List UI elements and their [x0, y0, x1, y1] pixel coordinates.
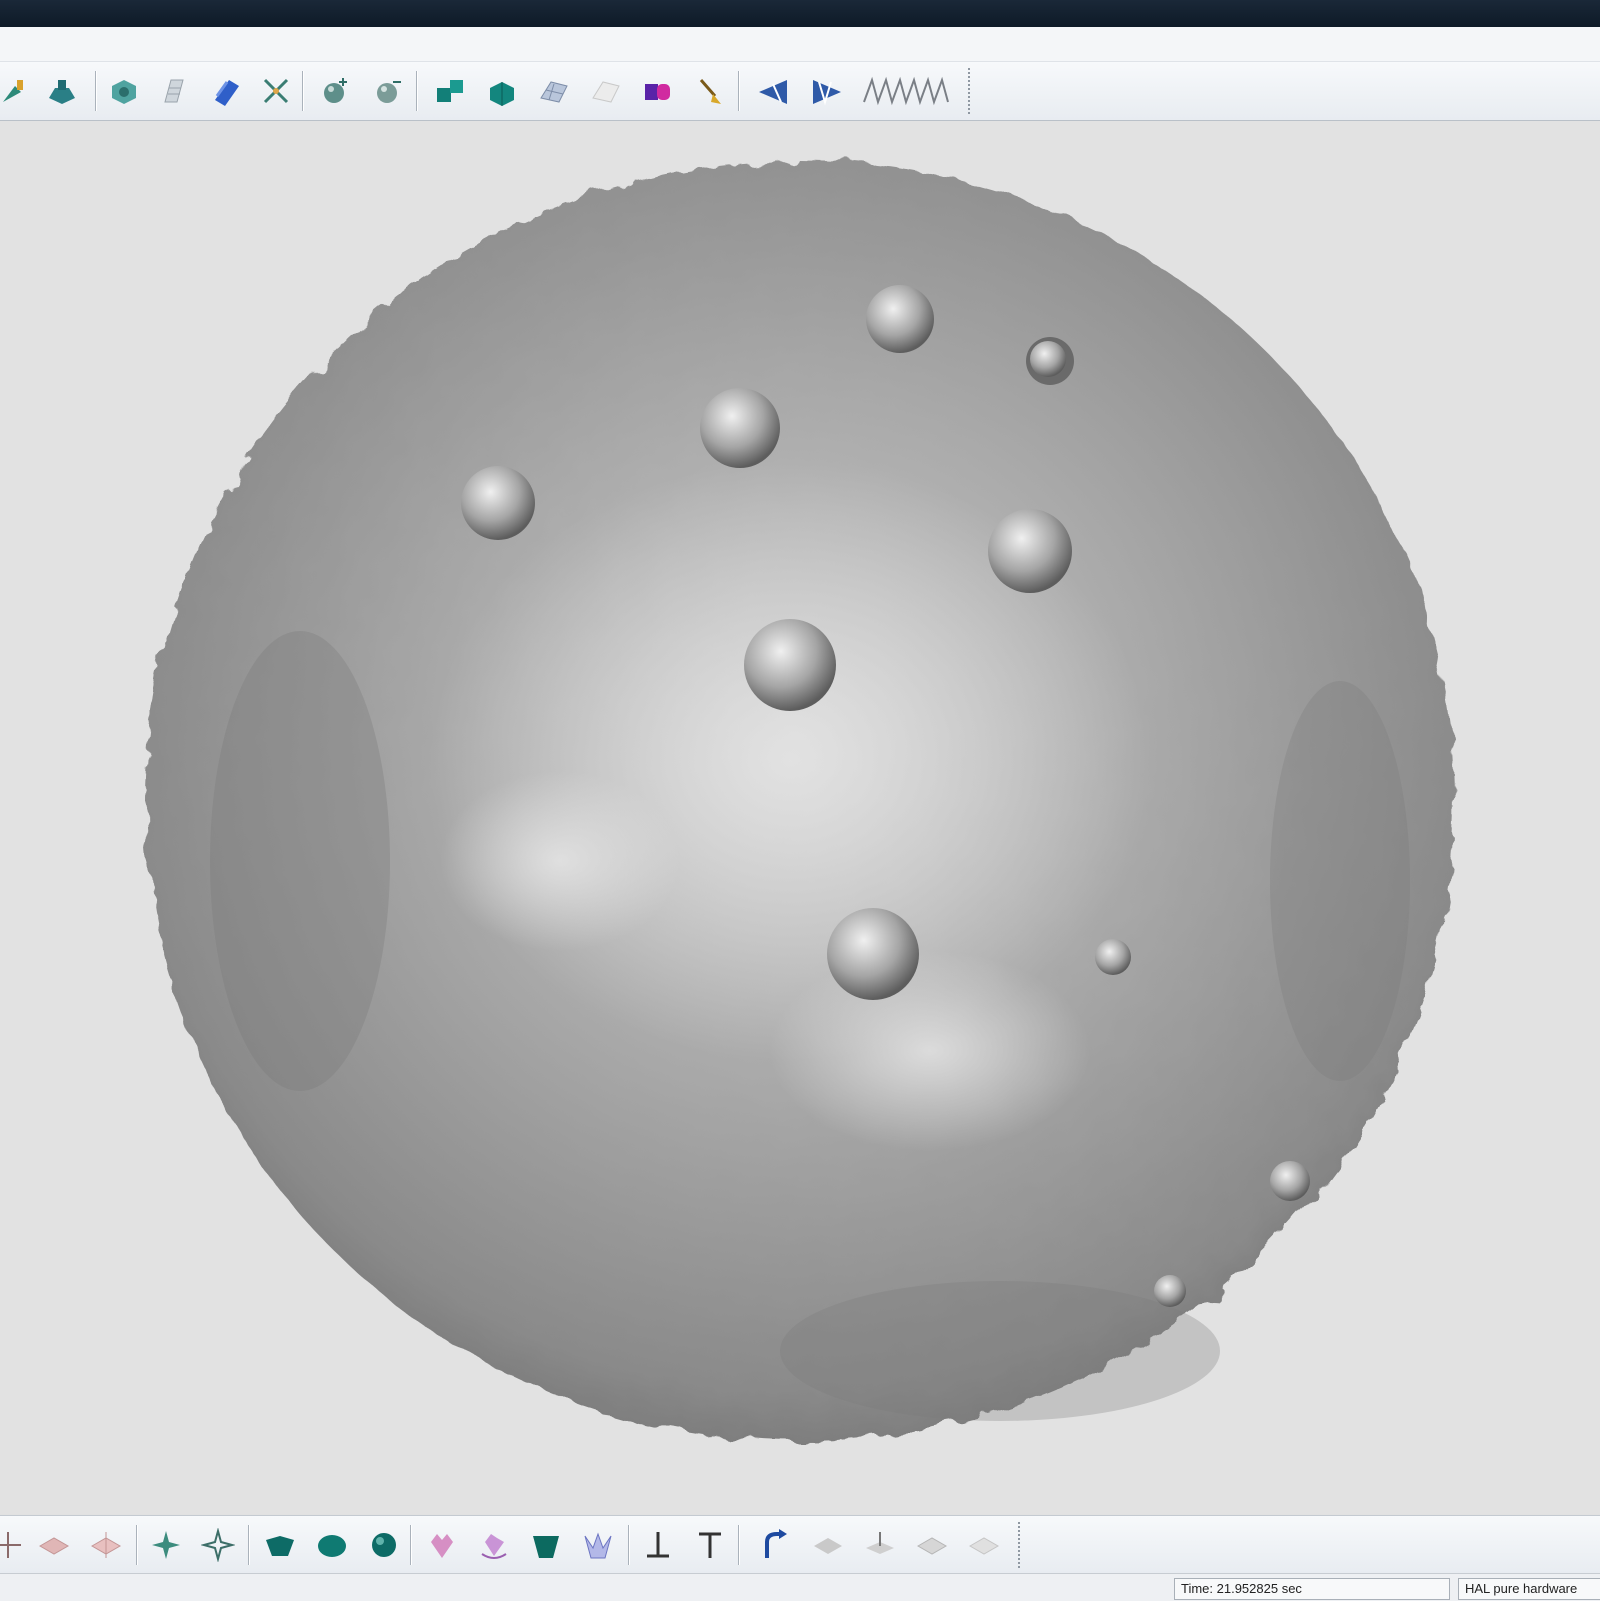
toolbar-separator [628, 1525, 629, 1565]
status-bar: Time: 21.952825 sec HAL pure hardware [0, 1573, 1600, 1601]
cup-icon[interactable] [528, 1527, 564, 1563]
view-top-icon[interactable] [810, 1527, 846, 1563]
flower-icon[interactable] [424, 1527, 460, 1563]
sphere-mesh[interactable] [0, 121, 1600, 1514]
cube-pair-icon[interactable] [432, 73, 468, 109]
cube-rotate-icon[interactable] [484, 73, 520, 109]
solid-round-icon[interactable] [314, 1527, 350, 1563]
rotate-arrow-icon[interactable] [756, 1527, 792, 1563]
wave-icon[interactable] [862, 73, 954, 109]
toolbar-grip[interactable] [1018, 1522, 1024, 1568]
mesh-outline-icon[interactable] [588, 73, 624, 109]
solid-shade-icon[interactable] [262, 1527, 298, 1563]
t-axis-down-icon[interactable] [640, 1527, 676, 1563]
top-toolbar [0, 62, 1600, 121]
axis-icon[interactable] [0, 1527, 26, 1563]
toolbar-separator [248, 1525, 249, 1565]
3d-viewport[interactable] [0, 121, 1600, 1514]
arrow-right-icon[interactable] [808, 73, 844, 109]
t-axis-up-icon[interactable] [692, 1527, 728, 1563]
view-bottom-icon[interactable] [966, 1527, 1002, 1563]
layers-icon[interactable] [156, 73, 192, 109]
pipette-icon[interactable] [0, 73, 32, 109]
shape-icon[interactable] [44, 73, 80, 109]
toolbar-separator [95, 71, 96, 111]
sphere-plus-icon[interactable] [318, 73, 354, 109]
flower-rotate-icon[interactable] [476, 1527, 512, 1563]
menu-strip [0, 27, 1600, 62]
brush-icon[interactable] [692, 73, 728, 109]
star-outline-icon[interactable] [200, 1527, 236, 1563]
window-titlebar [0, 0, 1600, 27]
crown-icon[interactable] [580, 1527, 616, 1563]
color-blocks-icon[interactable] [640, 73, 676, 109]
cube-icon[interactable] [106, 73, 142, 109]
toolbar-grip[interactable] [968, 68, 974, 114]
toolbar-separator [738, 71, 739, 111]
view-iso-icon[interactable] [914, 1527, 950, 1563]
toolbar-separator [302, 71, 303, 111]
bottom-toolbar [0, 1515, 1600, 1574]
toolbar-separator [136, 1525, 137, 1565]
view-front-icon[interactable] [36, 1527, 72, 1563]
toolbar-separator [416, 71, 417, 111]
ruler-icon[interactable] [208, 73, 244, 109]
sphere-shade-icon[interactable] [366, 1527, 402, 1563]
view-side-icon[interactable] [862, 1527, 898, 1563]
cross-icon[interactable] [258, 73, 294, 109]
view-back-icon[interactable] [88, 1527, 124, 1563]
mesh-grid-icon[interactable] [536, 73, 572, 109]
toolbar-separator [410, 1525, 411, 1565]
status-time: Time: 21.952825 sec [1174, 1578, 1450, 1600]
star-view-icon[interactable] [148, 1527, 184, 1563]
toolbar-separator [738, 1525, 739, 1565]
status-renderer: HAL pure hardware [1458, 1578, 1600, 1600]
arrow-left-icon[interactable] [756, 73, 792, 109]
sphere-minus-icon[interactable] [370, 73, 406, 109]
